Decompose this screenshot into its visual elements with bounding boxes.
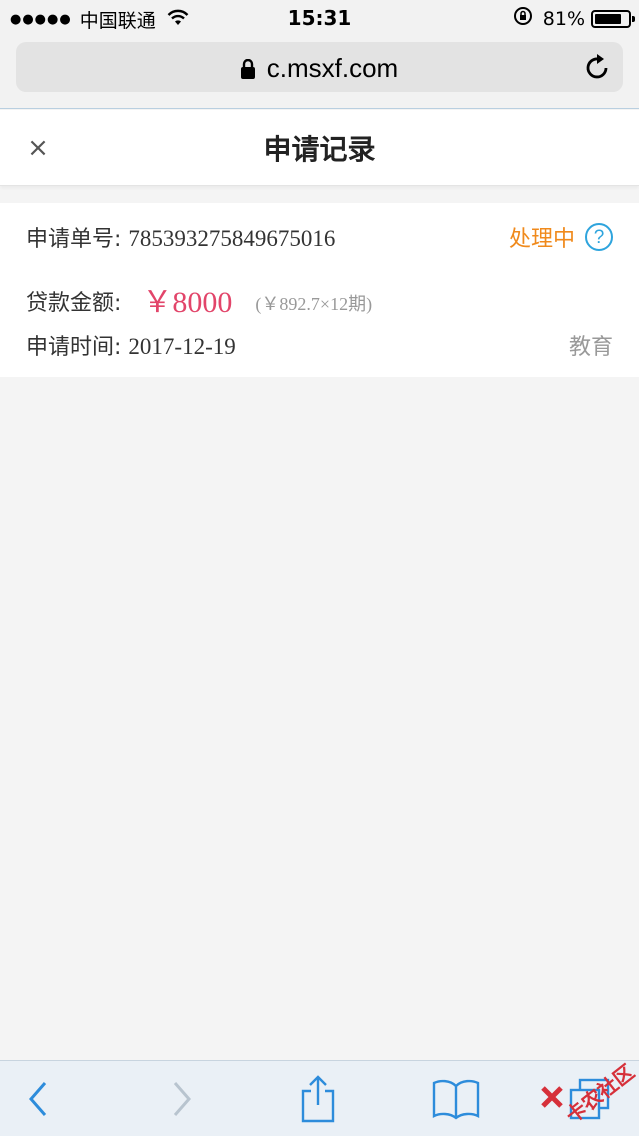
apply-time-label: 申请时间: (26, 335, 122, 360)
address-bar[interactable]: c.msxf.com (16, 42, 623, 92)
order-number-value: 785393275849675016 (128, 226, 336, 251)
share-icon (301, 1075, 335, 1123)
page-header: × 申请记录 (0, 110, 639, 186)
order-number-row: 申请单号: 785393275849675016 处理中 ? (26, 221, 613, 253)
battery-tip (632, 15, 635, 22)
record-card[interactable]: 申请单号: 785393275849675016 处理中 ? 贷款金额: ￥80… (0, 203, 639, 377)
share-button[interactable] (296, 1075, 340, 1123)
battery-icon (591, 9, 635, 28)
chevron-left-icon (29, 1082, 47, 1116)
order-number-label: 申请单号: (26, 227, 122, 252)
status-right: 81% (513, 6, 635, 31)
page-title: 申请记录 (263, 133, 376, 166)
browser-toolbar: c.msxf.com (0, 36, 639, 109)
status-area: 处理中 ? (509, 221, 613, 253)
orientation-lock-icon (513, 6, 533, 31)
status-badge: 处理中 (508, 227, 575, 252)
chevron-right-icon (173, 1082, 191, 1116)
installment-detail: (￥892.7×12期) (255, 294, 373, 314)
reload-icon[interactable] (585, 53, 611, 85)
url-display[interactable]: c.msxf.com (16, 53, 623, 86)
loan-amount-row: 贷款金额: ￥8000 (￥892.7×12期) (26, 277, 613, 321)
loan-amount-label: 贷款金额: (26, 291, 122, 316)
loan-category: 教育 (568, 335, 613, 360)
book-icon (432, 1079, 480, 1120)
battery-percent: 81% (542, 7, 585, 30)
battery-fill (595, 13, 621, 24)
watermark-text: 卡农社区 (561, 1059, 639, 1128)
url-text: c.msxf.com (266, 53, 399, 83)
watermark-logo: 卡农社区 (535, 1056, 639, 1134)
lock-icon (240, 55, 255, 86)
forward-button[interactable] (164, 1075, 200, 1123)
bookmarks-button[interactable] (430, 1075, 482, 1123)
status-bar: ●●●●● 中国联通 15:31 81% (0, 0, 639, 36)
apply-time-row: 申请时间: 2017-12-19 教育 (26, 329, 613, 361)
back-button[interactable] (20, 1075, 56, 1123)
loan-amount-value: ￥8000 (142, 286, 233, 319)
question-icon[interactable]: ? (585, 223, 613, 251)
apply-date-value: 2017-12-19 (128, 334, 236, 359)
